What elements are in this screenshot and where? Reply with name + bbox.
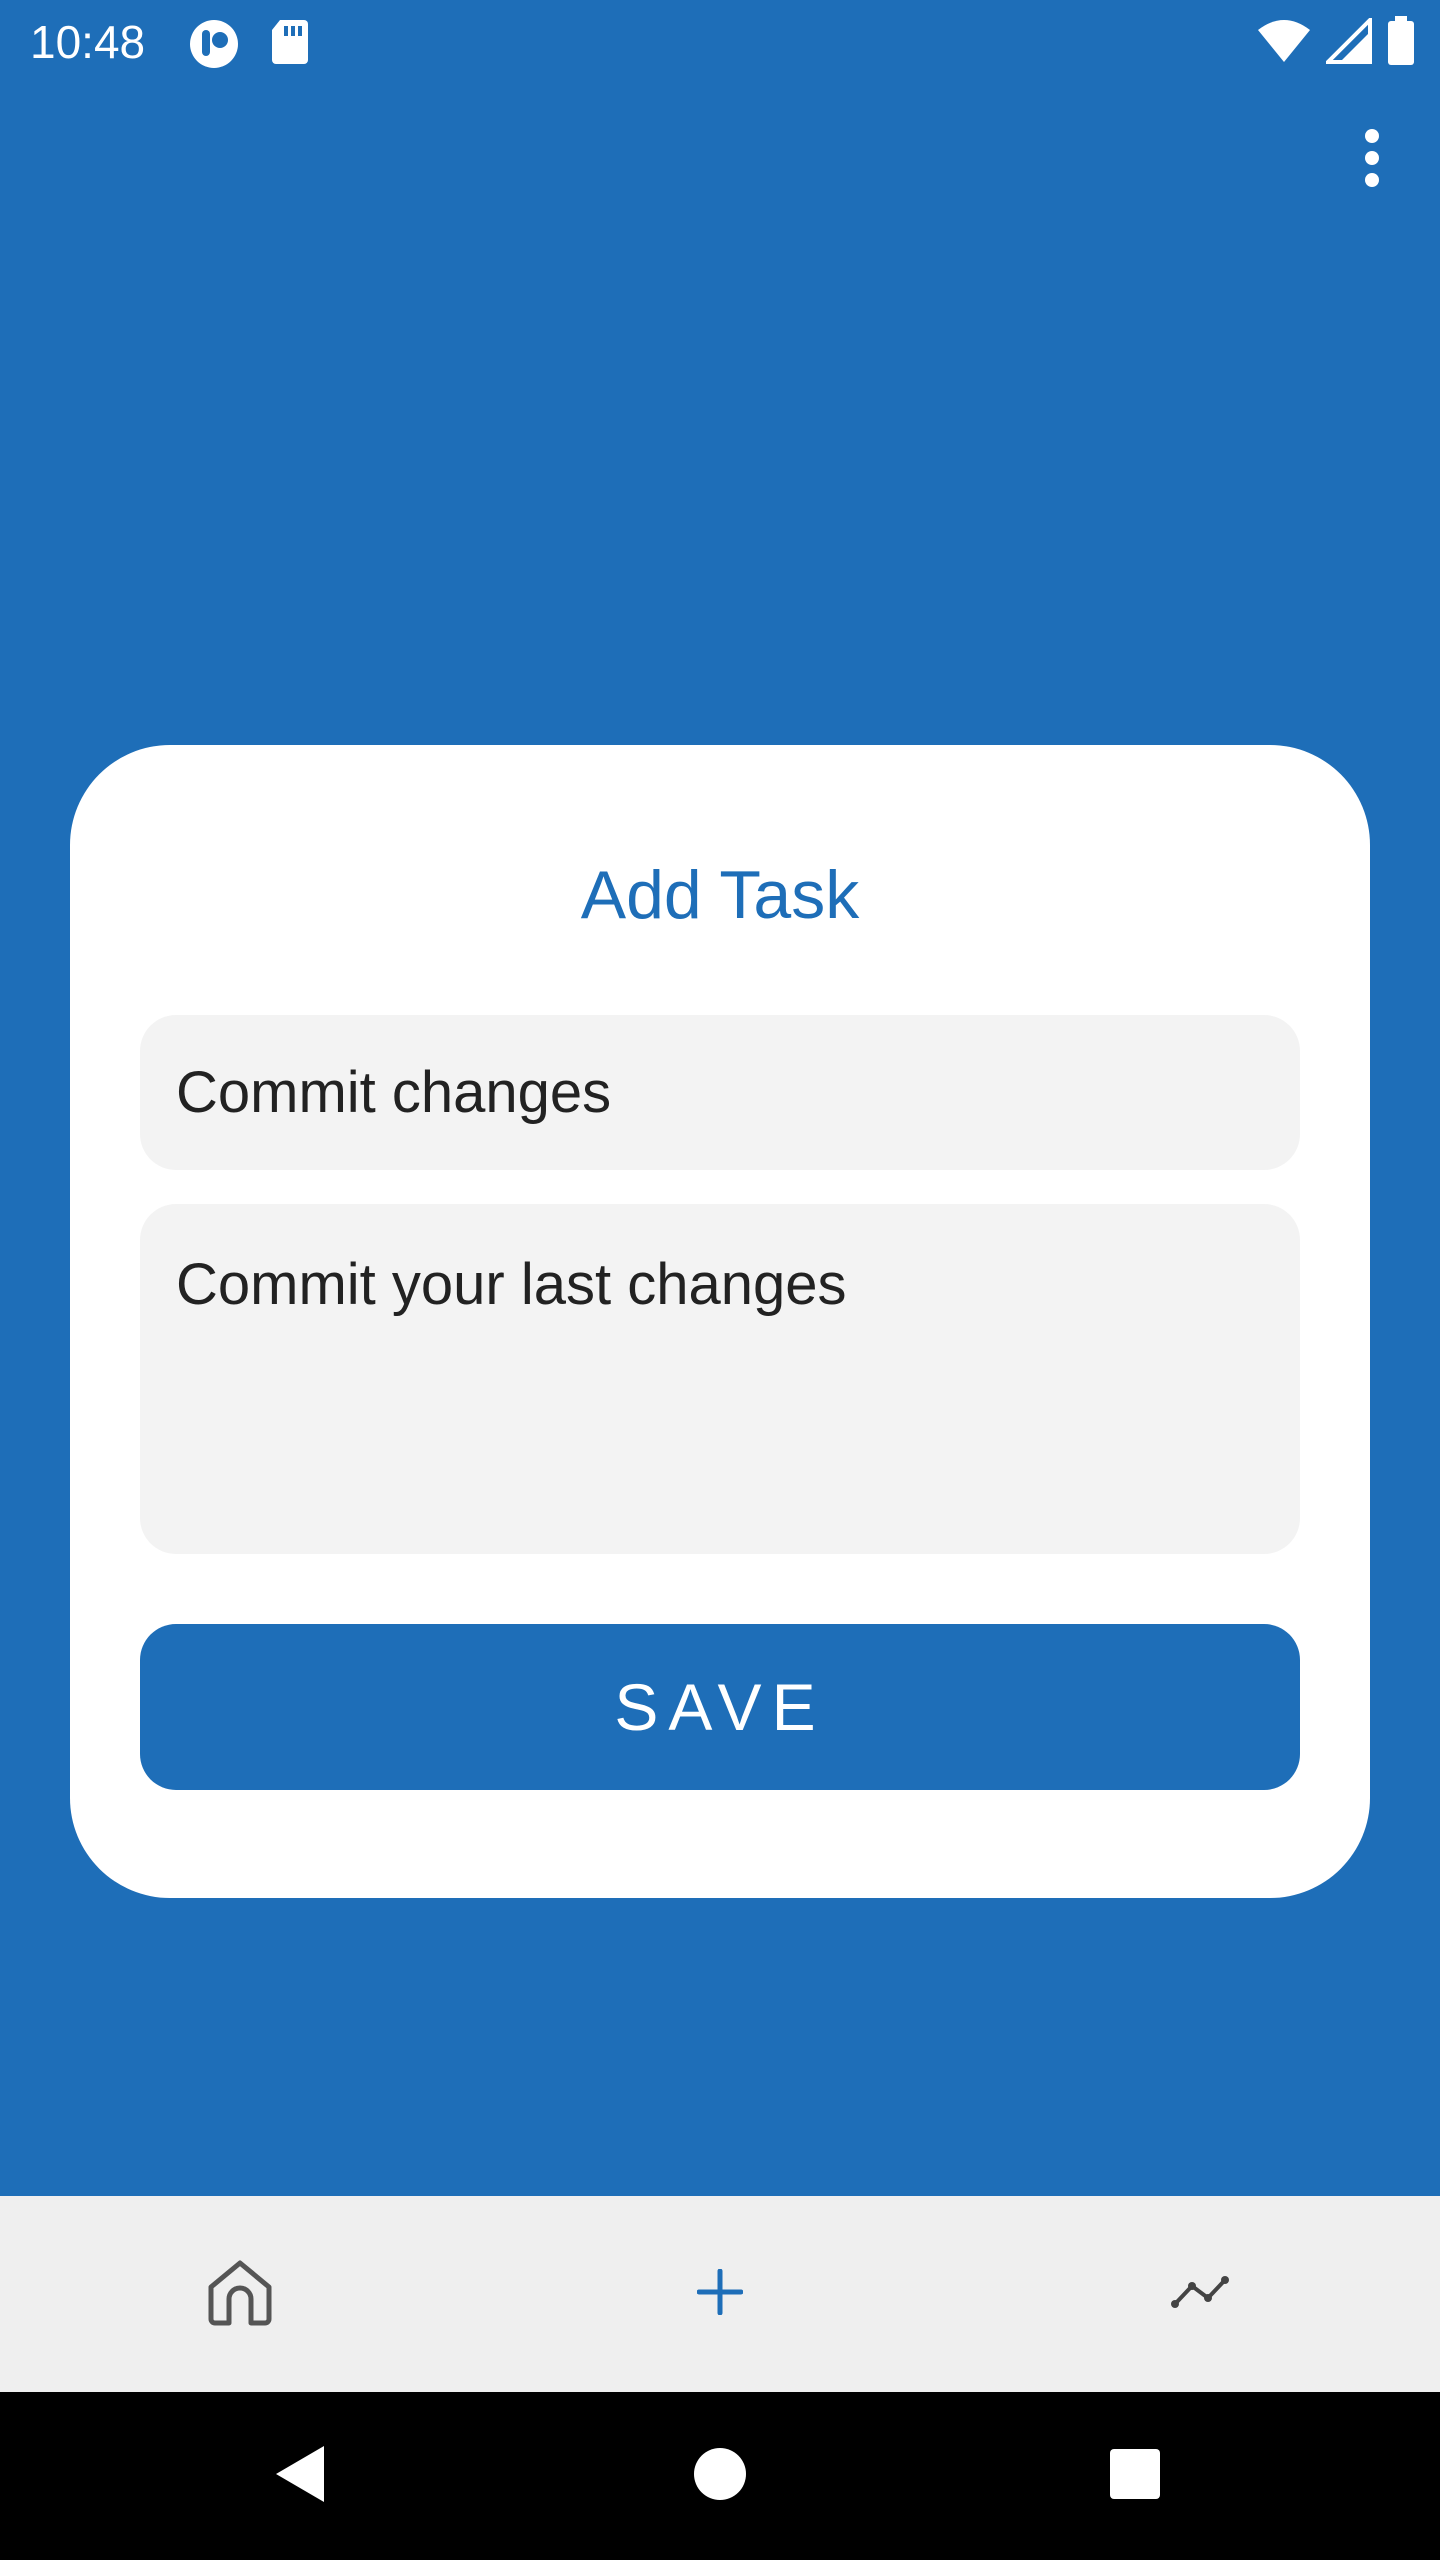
- sd-card-icon: [270, 18, 310, 75]
- status-time: 10:48: [30, 16, 146, 68]
- status-bar: 10:48: [0, 0, 1440, 84]
- card-title: Add Task: [580, 857, 860, 933]
- system-home-button[interactable]: [640, 2392, 800, 2560]
- more-vert-icon: [1362, 128, 1382, 193]
- save-button[interactable]: SAVE: [140, 1624, 1300, 1790]
- recents-icon: [1108, 2447, 1162, 2506]
- task-description-input[interactable]: Commit your last changes: [140, 1204, 1300, 1554]
- bottom-navigation: [0, 2196, 1440, 2392]
- cellular-signal-icon: [1323, 15, 1372, 69]
- system-navigation-bar: [0, 2392, 1440, 2560]
- overflow-menu-button[interactable]: [1344, 120, 1400, 200]
- add-task-card: Add Task Commit changes Commit your last…: [70, 745, 1370, 1898]
- wifi-icon: [1256, 18, 1312, 69]
- battery-icon: [1386, 16, 1416, 71]
- status-left-icons: [188, 18, 310, 75]
- home-circle-icon: [692, 2446, 748, 2507]
- back-icon: [272, 2444, 328, 2509]
- trending-icon: [1170, 2274, 1230, 2315]
- nav-item-home[interactable]: [140, 2196, 340, 2392]
- nav-item-add[interactable]: [620, 2196, 820, 2392]
- home-icon: [205, 2257, 275, 2332]
- add-icon: [696, 2268, 744, 2320]
- nav-item-trending[interactable]: [1100, 2196, 1300, 2392]
- system-recents-button[interactable]: [1055, 2392, 1215, 2560]
- app-notification-icon: [188, 18, 240, 75]
- system-back-button[interactable]: [220, 2392, 380, 2560]
- task-title-input[interactable]: Commit changes: [140, 1015, 1300, 1170]
- status-right-icons: [1256, 15, 1416, 71]
